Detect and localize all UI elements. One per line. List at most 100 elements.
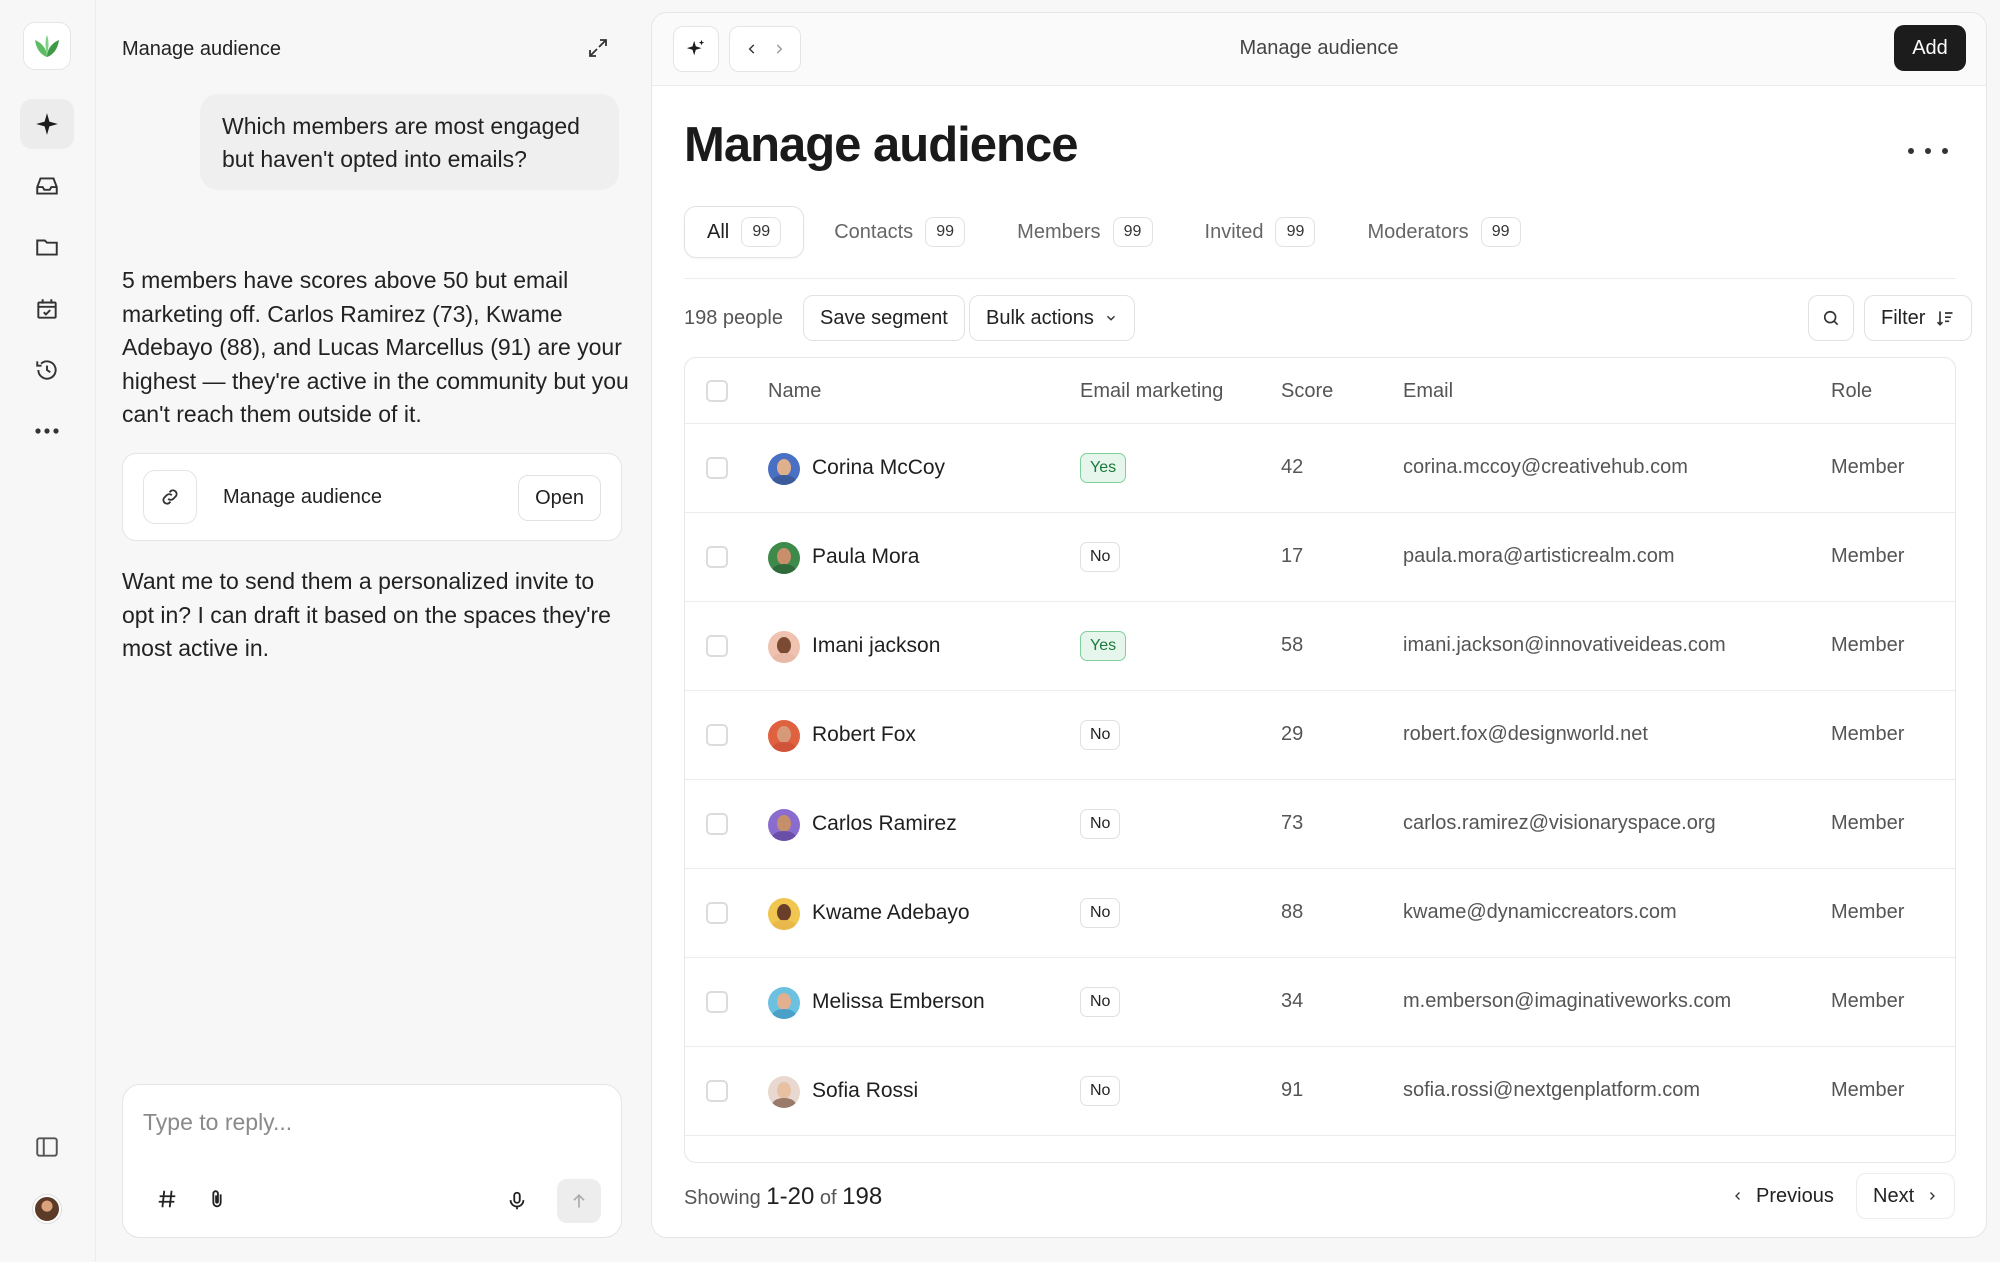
column-header-email-marketing[interactable]: Email marketing [1080,380,1223,403]
next-label: Next [1873,1184,1915,1207]
tab-all[interactable]: All 99 [684,206,805,258]
column-header-email[interactable]: Email [1403,380,1453,403]
member-role: Member [1831,990,1905,1012]
member-name[interactable]: Sofia Rossi [812,1079,918,1103]
folder-icon [36,239,58,256]
rail-history-button[interactable] [20,345,74,395]
row-checkbox[interactable] [706,1080,728,1102]
rail-more-button[interactable] [20,406,74,456]
tabs-divider [684,278,1956,279]
reply-input[interactable]: Type to reply... [143,1109,292,1136]
email-marketing-badge: No [1080,898,1121,928]
more-horizontal-icon [35,428,59,434]
row-checkbox[interactable] [706,991,728,1013]
save-segment-label: Save segment [820,306,948,329]
reply-composer[interactable]: Type to reply... [122,1084,622,1238]
member-name[interactable]: Corina McCoy [812,456,945,480]
rail-calendar-button[interactable] [20,284,74,334]
member-role: Member [1831,456,1905,478]
chevron-down-icon [1106,315,1115,321]
tab-count: 99 [1112,217,1153,247]
table-row[interactable]: Paula Mora No 17 paula.mora@artisticrealm.c… [685,513,1955,602]
add-button[interactable]: Add [1894,25,1966,71]
member-role: Member [1831,634,1905,656]
showing-range: 1-20 [766,1183,815,1210]
row-checkbox[interactable] [706,635,728,657]
filter-button[interactable]: Filter [1864,295,1973,341]
table-row[interactable]: Kwame Adebayo No 88 kwame@dynamiccreators.c… [685,869,1955,958]
leaf-logo[interactable] [23,22,71,70]
row-checkbox[interactable] [706,457,728,479]
top-bar: Manage audience Add [652,13,1986,86]
table-header: Name Email marketing Score Email Role [685,358,1955,424]
user-avatar[interactable] [33,1195,61,1223]
previous-page-button[interactable]: Previous [1716,1173,1850,1219]
sort-filter-icon [1937,311,1953,326]
bulk-actions-button[interactable]: Bulk actions [969,295,1135,341]
rail-folder-button[interactable] [20,222,74,272]
avatar-face [777,993,791,1010]
send-button[interactable] [557,1179,601,1223]
more-options-button[interactable] [1908,141,1948,161]
search-icon [1823,310,1839,326]
member-name[interactable]: Kwame Adebayo [812,901,970,925]
member-score: 17 [1281,545,1304,567]
member-email: corina.mccoy@creativehub.com [1403,456,1688,478]
chevron-left-icon [1735,1192,1740,1200]
tab-invited[interactable]: Invited 99 [1183,206,1338,258]
open-button[interactable]: Open [518,475,601,521]
member-name[interactable]: Paula Mora [812,545,919,569]
link-card[interactable]: Manage audience Open [122,453,622,541]
member-name[interactable]: Melissa Emberson [812,990,985,1014]
row-checkbox[interactable] [706,546,728,568]
table-row[interactable]: Robert Fox No 29 robert.fox@designworld.net… [685,691,1955,780]
row-checkbox[interactable] [706,724,728,746]
table-row[interactable]: Melissa Emberson No 34 m.emberson@imaginati… [685,958,1955,1047]
email-marketing-badge: No [1080,720,1121,750]
save-segment-button[interactable]: Save segment [803,295,965,341]
table-row[interactable]: Sofia Rossi No 91 sofia.rossi@nextgenplatfo… [685,1047,1955,1136]
table-row[interactable]: Corina McCoy Yes 42 corina.mccoy@creativehu… [685,424,1955,513]
tab-contacts[interactable]: Contacts 99 [812,206,987,258]
tab-count: 99 [741,217,782,247]
avatar-body [772,831,796,841]
member-name[interactable]: Carlos Ramirez [812,812,957,836]
pagination-summary: Showing 1-20 of 198 [684,1183,882,1211]
member-score: 42 [1281,456,1304,478]
more-dot [1925,148,1931,154]
member-name[interactable]: Imani jackson [812,634,940,658]
hashtag-icon [158,1190,176,1208]
attach-button[interactable] [203,1185,231,1213]
microphone-button[interactable] [503,1187,531,1215]
tab-moderators[interactable]: Moderators 99 [1345,206,1542,258]
member-role: Member [1831,901,1905,923]
email-marketing-badge: Yes [1080,453,1127,483]
link-card-label: Manage audience [223,486,383,508]
next-page-button[interactable]: Next [1856,1173,1956,1219]
tab-count: 99 [1480,217,1521,247]
column-header-name[interactable]: Name [768,380,821,403]
tab-members[interactable]: Members 99 [995,206,1174,258]
member-name[interactable]: Robert Fox [812,723,916,747]
member-role: Member [1831,1079,1905,1101]
search-button[interactable] [1808,295,1854,341]
table-row[interactable]: Imani jackson Yes 58 imani.jackson@innovati… [685,602,1955,691]
row-checkbox[interactable] [706,902,728,924]
select-all-checkbox[interactable] [706,380,728,402]
avatar-body [772,475,796,485]
avatar-face [777,1082,791,1099]
member-avatar [768,809,800,841]
avatar-face [777,548,791,565]
expand-button[interactable] [586,36,610,60]
rail-sidebar-toggle-button[interactable] [20,1122,74,1172]
column-header-score[interactable]: Score [1281,380,1333,403]
avatar-body [772,1098,796,1108]
column-header-role[interactable]: Role [1831,380,1872,403]
arrow-up-icon [573,1193,585,1208]
rail-ai-button[interactable] [20,99,74,149]
hashtag-button[interactable] [153,1185,181,1213]
row-checkbox[interactable] [706,813,728,835]
member-email: m.emberson@imaginativeworks.com [1403,990,1732,1012]
table-row[interactable]: Carlos Ramirez No 73 carlos.ramirez@visiona… [685,780,1955,869]
rail-inbox-button[interactable] [20,161,74,211]
